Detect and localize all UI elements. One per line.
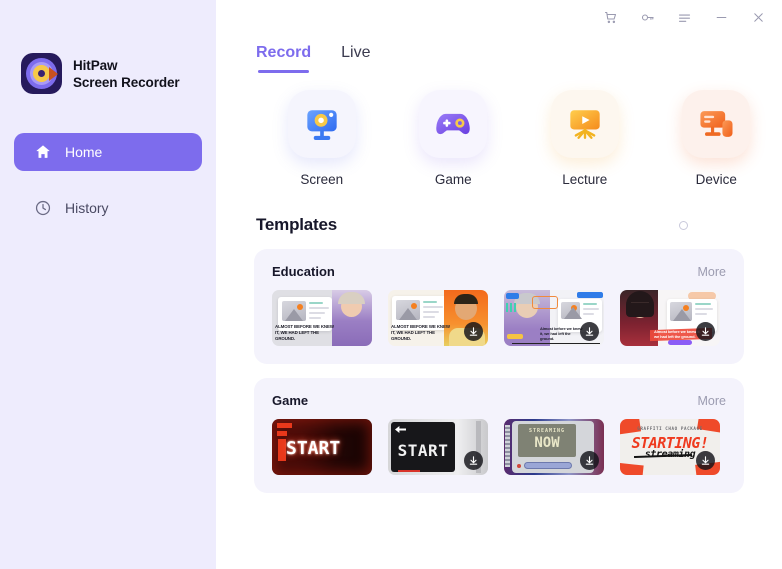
template-thumb[interactable]: Almost before we knew it, we had left th… — [504, 290, 604, 346]
sidebar-item-history[interactable]: History — [14, 189, 202, 227]
template-caption: START — [286, 438, 341, 459]
mode-screen-label: Screen — [300, 172, 344, 187]
sidebar-nav: Home History — [0, 133, 216, 227]
thumbnail-row-game: START START STREAMING NOW GRAFFITI CHAO … — [272, 419, 726, 475]
group-title-game: Game — [272, 393, 309, 408]
template-thumb[interactable]: Almost before we knew it, we had left th… — [620, 290, 720, 346]
download-icon[interactable] — [580, 451, 599, 470]
mode-game[interactable]: Game — [388, 90, 520, 187]
brand: HitPaw Screen Recorder — [0, 0, 216, 94]
template-caption: ALMOST BEFORE WE KNEW IT, WE HAD LEFT TH… — [275, 324, 334, 341]
download-icon[interactable] — [580, 322, 599, 341]
more-link-education[interactable]: More — [698, 265, 726, 279]
template-thumb[interactable]: GRAFFITI CHAO PACKAGE STARTING! streamin… — [620, 419, 720, 475]
main-panel: Record Live Screen Game Lecture Device T… — [216, 0, 782, 569]
group-header: Game More — [272, 393, 726, 408]
template-subcaption: GRAFFITI CHAO PACKAGE — [637, 426, 703, 431]
menu-icon[interactable] — [674, 7, 694, 27]
brand-line-2: Screen Recorder — [73, 74, 180, 90]
mode-lecture-label: Lecture — [562, 172, 608, 187]
gamepad-icon — [419, 90, 488, 158]
tab-record-label: Record — [256, 44, 312, 61]
clock-icon — [34, 199, 52, 217]
template-group-education: Education More ALMOST BEFORE WE KNEW IT,… — [254, 249, 744, 364]
minimize-icon[interactable] — [711, 7, 731, 27]
template-caption: Almost before we knew it, we had left th… — [540, 326, 583, 341]
template-thumb[interactable]: ALMOST BEFORE WE KNEW IT, WE HAD LEFT TH… — [272, 290, 372, 346]
sidebar: HitPaw Screen Recorder Home History — [0, 0, 216, 569]
template-thumb[interactable]: START — [272, 419, 372, 475]
refresh-dot-icon[interactable] — [679, 220, 688, 230]
templates-title: Templates — [256, 215, 338, 234]
sidebar-item-home-label: Home — [65, 144, 103, 160]
template-thumb[interactable]: START — [388, 419, 488, 475]
sidebar-item-home[interactable]: Home — [14, 133, 202, 171]
download-icon[interactable] — [464, 322, 483, 341]
download-icon[interactable] — [464, 451, 483, 470]
record-modes: Screen Game Lecture Device — [256, 73, 782, 187]
template-caption: ALMOST BEFORE WE KNEW IT, WE HAD LEFT TH… — [391, 324, 450, 341]
mode-device-label: Device — [695, 172, 737, 187]
home-icon — [34, 143, 52, 161]
hitpaw-logo-icon — [21, 53, 62, 94]
group-title-education: Education — [272, 264, 335, 279]
tab-live-label: Live — [341, 44, 371, 61]
group-header: Education More — [272, 264, 726, 279]
template-caption: START — [397, 441, 449, 460]
template-thumb[interactable]: ALMOST BEFORE WE KNEW IT, WE HAD LEFT TH… — [388, 290, 488, 346]
brand-line-1: HitPaw — [73, 57, 118, 73]
download-icon[interactable] — [696, 322, 715, 341]
sidebar-item-history-label: History — [65, 200, 109, 216]
title-bar — [216, 0, 782, 34]
app-window: HitPaw Screen Recorder Home History Reco… — [0, 0, 782, 569]
mode-screen[interactable]: Screen — [256, 90, 388, 187]
brand-name: HitPaw Screen Recorder — [73, 57, 180, 91]
templates-header: Templates — [256, 215, 742, 235]
tab-live[interactable]: Live — [341, 44, 370, 73]
monitor-record-icon — [287, 90, 356, 158]
template-group-game: Game More START START STREAMING NOW GRAF… — [254, 378, 744, 493]
more-link-game[interactable]: More — [698, 394, 726, 408]
mode-game-label: Game — [434, 172, 472, 187]
cart-icon[interactable] — [600, 7, 620, 27]
download-icon[interactable] — [696, 451, 715, 470]
thumbnail-row-education: ALMOST BEFORE WE KNEW IT, WE HAD LEFT TH… — [272, 290, 726, 346]
mode-lecture[interactable]: Lecture — [519, 90, 651, 187]
mode-tabs: Record Live — [216, 34, 782, 73]
mode-device[interactable]: Device — [651, 90, 782, 187]
template-thumb[interactable]: STREAMING NOW — [504, 419, 604, 475]
key-icon[interactable] — [637, 7, 657, 27]
tab-record[interactable]: Record — [256, 44, 311, 73]
presentation-play-icon — [550, 90, 619, 158]
device-phone-icon — [682, 90, 751, 158]
close-icon[interactable] — [748, 7, 768, 27]
